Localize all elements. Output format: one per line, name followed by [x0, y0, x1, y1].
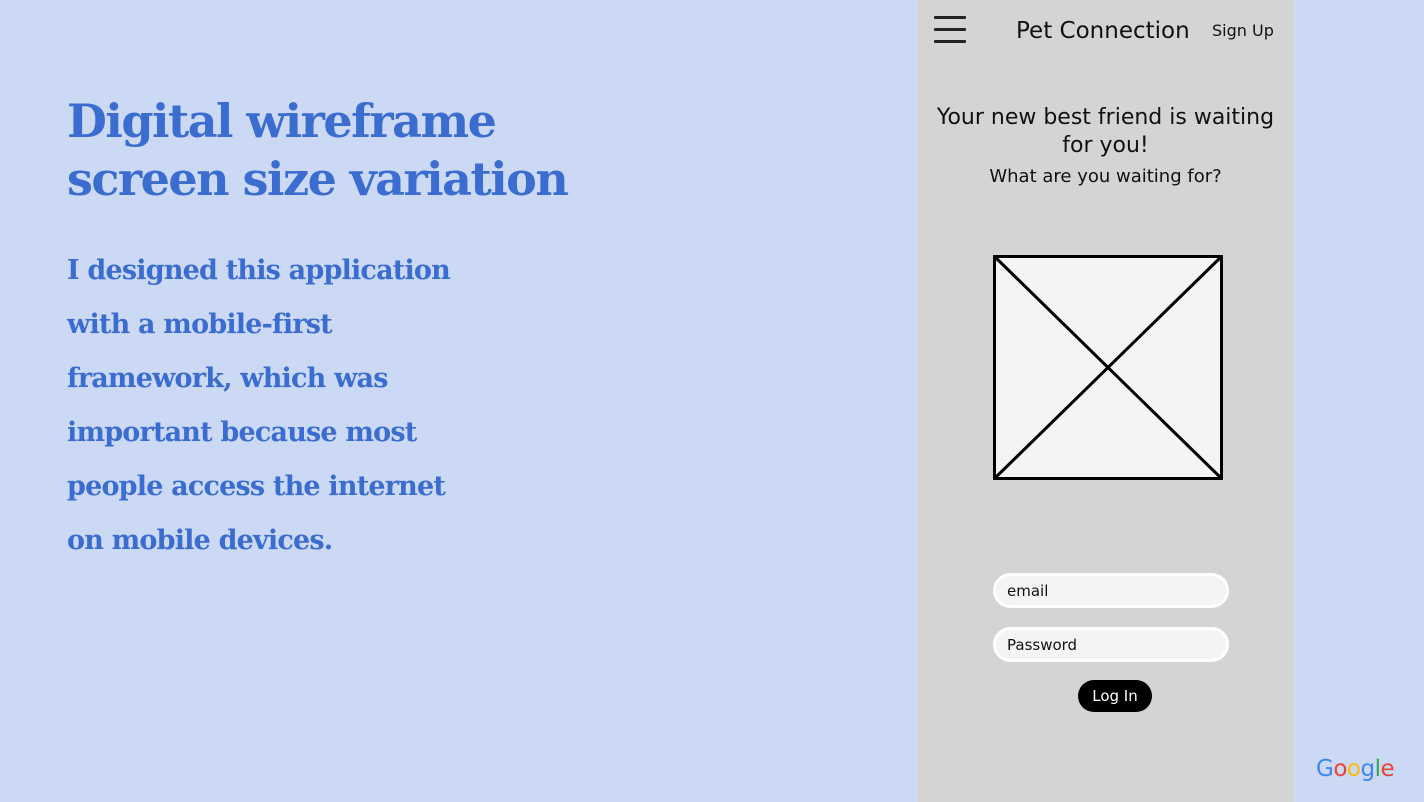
google-logo-letter: e — [1380, 756, 1395, 782]
slide-title-line-2: screen size variation — [67, 152, 569, 206]
mobile-wireframe: Pet Connection Sign Up Your new best fri… — [917, 0, 1294, 802]
headline: Your new best friend is waiting for you! — [936, 105, 1275, 158]
google-logo-letter: o — [1333, 756, 1347, 782]
subheadline: What are you waiting for? — [989, 166, 1222, 187]
slide-title: Digital wireframe screen size variation — [67, 92, 627, 208]
google-logo-letter: G — [1316, 756, 1334, 782]
google-logo-letter: o — [1346, 756, 1361, 782]
slide-body-text: I designed this application with a mobil… — [67, 255, 451, 556]
login-button[interactable]: Log In — [1078, 680, 1152, 712]
google-logo-letter: g — [1360, 756, 1375, 782]
app-title: Pet Connection — [1016, 18, 1190, 44]
slide-title-line-1: Digital wireframe — [67, 94, 497, 148]
google-logo: Google — [1316, 756, 1395, 782]
hamburger-menu-icon[interactable] — [934, 16, 966, 44]
password-field[interactable] — [993, 627, 1229, 662]
image-placeholder-icon — [993, 255, 1223, 480]
email-field[interactable] — [993, 573, 1229, 608]
sign-up-link[interactable]: Sign Up — [1212, 21, 1274, 40]
